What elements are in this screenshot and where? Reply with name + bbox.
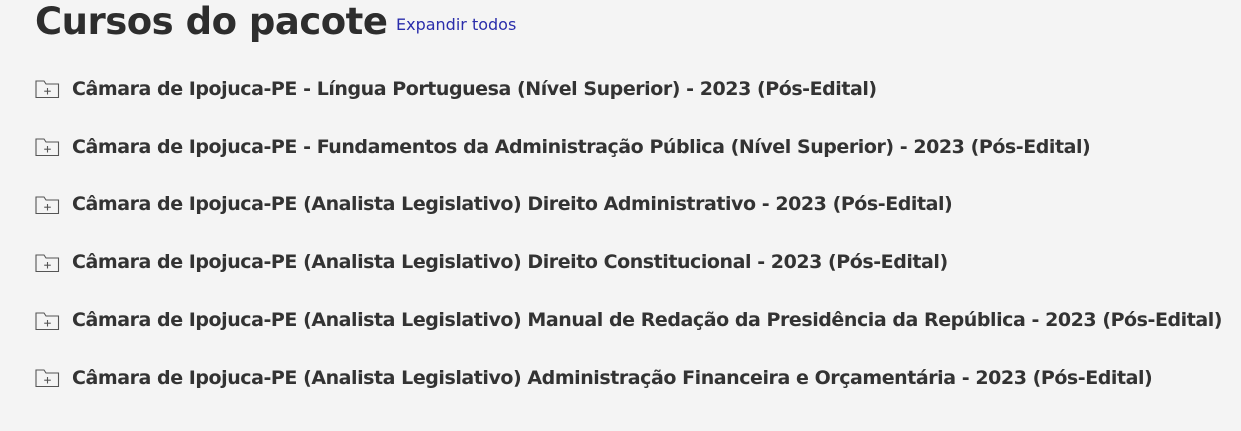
folder-plus-icon — [35, 254, 60, 272]
course-item[interactable]: Câmara de Ipojuca-PE (Analista Legislati… — [35, 291, 1235, 349]
page-title: Cursos do pacote — [35, 0, 388, 43]
course-label: Câmara de Ipojuca-PE - Fundamentos da Ad… — [72, 135, 1091, 158]
course-label: Câmara de Ipojuca-PE (Analista Legislati… — [72, 193, 953, 216]
folder-plus-icon — [35, 369, 60, 388]
course-label: Câmara de Ipojuca-PE (Analista Legislati… — [72, 366, 1153, 389]
course-label: Câmara de Ipojuca-PE - Língua Portuguesa… — [72, 77, 877, 100]
folder-plus-icon — [35, 312, 60, 330]
course-item[interactable]: Câmara de Ipojuca-PE - Língua Portuguesa… — [35, 60, 1235, 118]
folder-plus-icon — [35, 80, 60, 99]
course-label: Câmara de Ipojuca-PE (Analista Legislati… — [72, 309, 1223, 332]
folder-plus-icon — [35, 196, 60, 215]
folder-plus-icon — [35, 138, 60, 157]
course-item[interactable]: Câmara de Ipojuca-PE (Analista Legislati… — [35, 233, 1235, 291]
section-header: Cursos do pacote — [35, 0, 388, 44]
course-item[interactable]: Câmara de Ipojuca-PE (Analista Legislati… — [35, 349, 1235, 407]
course-list: Câmara de Ipojuca-PE - Língua Portuguesa… — [35, 60, 1235, 407]
course-item[interactable]: Câmara de Ipojuca-PE (Analista Legislati… — [35, 176, 1235, 234]
course-label: Câmara de Ipojuca-PE (Analista Legislati… — [72, 251, 948, 274]
course-item[interactable]: Câmara de Ipojuca-PE - Fundamentos da Ad… — [35, 118, 1235, 176]
expand-all-link[interactable]: Expandir todos — [396, 15, 516, 34]
